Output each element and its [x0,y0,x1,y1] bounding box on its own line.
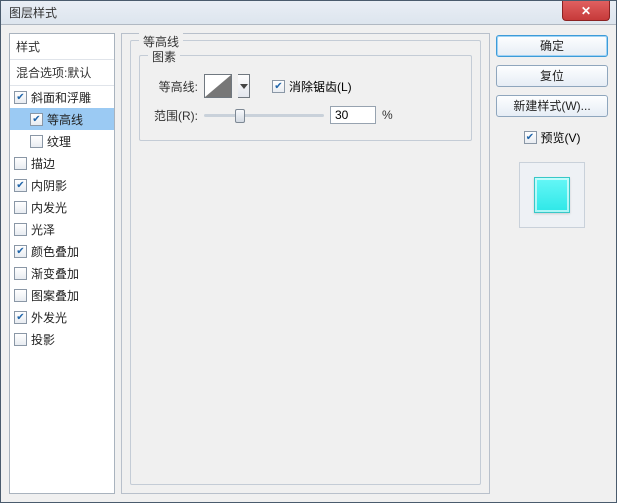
preview-checkbox[interactable]: ✔ 预览(V) [496,129,608,146]
fieldset-contour: 等高线 图素 等高线: ✔ 消除锯齿(L) [130,40,481,485]
style-item-label: 投影 [31,331,55,348]
preview-label: 预览(V) [541,129,581,146]
contour-label: 等高线: [150,78,198,95]
range-row: 范围(R): % [150,106,393,124]
styles-list: ✔ 斜面和浮雕 ✔ 等高线纹理描边 ✔ 内阴影内发光光泽 ✔ 颜色叠加渐变叠加图案叠加 ✔ 外发光… [10,86,114,493]
style-item-label: 内阴影 [31,177,67,194]
checkbox-icon[interactable]: ✔ [14,179,27,192]
style-item[interactable]: 投影 [10,328,114,350]
slider-thumb[interactable] [235,109,245,123]
antialias-label: 消除锯齿(L) [289,78,352,95]
blend-options-item[interactable]: 混合选项:默认 [10,60,114,86]
checkbox-icon[interactable]: ✔ [14,91,27,104]
layer-style-dialog: 图层样式 ✕ 样式 混合选项:默认 ✔ 斜面和浮雕 ✔ 等高线纹理描边 ✔ 内阴影内发光光… [0,0,617,503]
fieldset-elements-label: 图素 [148,48,180,65]
style-item[interactable]: 图案叠加 [10,284,114,306]
checkbox-icon: ✔ [524,131,537,144]
style-item[interactable]: ✔ 等高线 [10,108,114,130]
styles-heading: 样式 [10,34,114,60]
reset-button[interactable]: 复位 [496,65,608,87]
close-button[interactable]: ✕ [562,1,610,21]
contour-row: 等高线: ✔ 消除锯齿(L) [150,74,352,98]
contour-picker[interactable] [204,74,232,98]
client-area: 样式 混合选项:默认 ✔ 斜面和浮雕 ✔ 等高线纹理描边 ✔ 内阴影内发光光泽 ✔ 颜色叠加渐… [1,25,616,502]
style-item[interactable]: ✔ 颜色叠加 [10,240,114,262]
style-item-label: 颜色叠加 [31,243,79,260]
contour-dropdown-button[interactable] [238,74,250,98]
preview-swatch [534,177,570,213]
style-item-label: 斜面和浮雕 [31,89,91,106]
range-label: 范围(R): [150,107,198,124]
style-item[interactable]: ✔ 外发光 [10,306,114,328]
fieldset-elements: 图素 等高线: ✔ 消除锯齿(L) [139,55,472,141]
preview-box [519,162,585,228]
style-item-label: 光泽 [31,221,55,238]
style-item[interactable]: ✔ 斜面和浮雕 [10,86,114,108]
style-item[interactable]: 内发光 [10,196,114,218]
close-icon: ✕ [581,4,591,18]
styles-panel: 样式 混合选项:默认 ✔ 斜面和浮雕 ✔ 等高线纹理描边 ✔ 内阴影内发光光泽 ✔ 颜色叠加渐… [9,33,115,494]
titlebar: 图层样式 ✕ [1,1,616,25]
style-item[interactable]: 纹理 [10,130,114,152]
style-item[interactable]: 光泽 [10,218,114,240]
checkbox-icon[interactable]: ✔ [30,113,43,126]
range-slider[interactable] [204,114,324,117]
style-item-label: 纹理 [47,133,71,150]
ok-button[interactable]: 确定 [496,35,608,57]
contour-shape-icon [205,75,231,97]
checkbox-icon[interactable]: ✔ [14,311,27,324]
style-item[interactable]: 描边 [10,152,114,174]
title-buttons: ✕ [562,1,616,24]
checkbox-icon[interactable] [14,267,27,280]
main-panel: 等高线 图素 等高线: ✔ 消除锯齿(L) [121,33,490,494]
new-style-button[interactable]: 新建样式(W)... [496,95,608,117]
style-item-label: 等高线 [47,111,83,128]
style-item-label: 内发光 [31,199,67,216]
chevron-down-icon [240,84,248,89]
style-item-label: 图案叠加 [31,287,79,304]
style-item-label: 外发光 [31,309,67,326]
style-item-label: 渐变叠加 [31,265,79,282]
style-item[interactable]: 渐变叠加 [10,262,114,284]
checkbox-icon[interactable] [30,135,43,148]
style-item-label: 描边 [31,155,55,172]
checkbox-icon[interactable] [14,289,27,302]
checkbox-icon[interactable] [14,223,27,236]
checkbox-icon[interactable] [14,201,27,214]
range-unit: % [382,108,393,122]
range-input[interactable] [330,106,376,124]
window-title: 图层样式 [1,4,57,21]
checkbox-icon[interactable]: ✔ [14,245,27,258]
checkbox-icon: ✔ [272,80,285,93]
right-panel: 确定 复位 新建样式(W)... ✔ 预览(V) [496,33,608,494]
antialias-checkbox[interactable]: ✔ 消除锯齿(L) [272,78,352,95]
checkbox-icon[interactable] [14,333,27,346]
style-item[interactable]: ✔ 内阴影 [10,174,114,196]
checkbox-icon[interactable] [14,157,27,170]
